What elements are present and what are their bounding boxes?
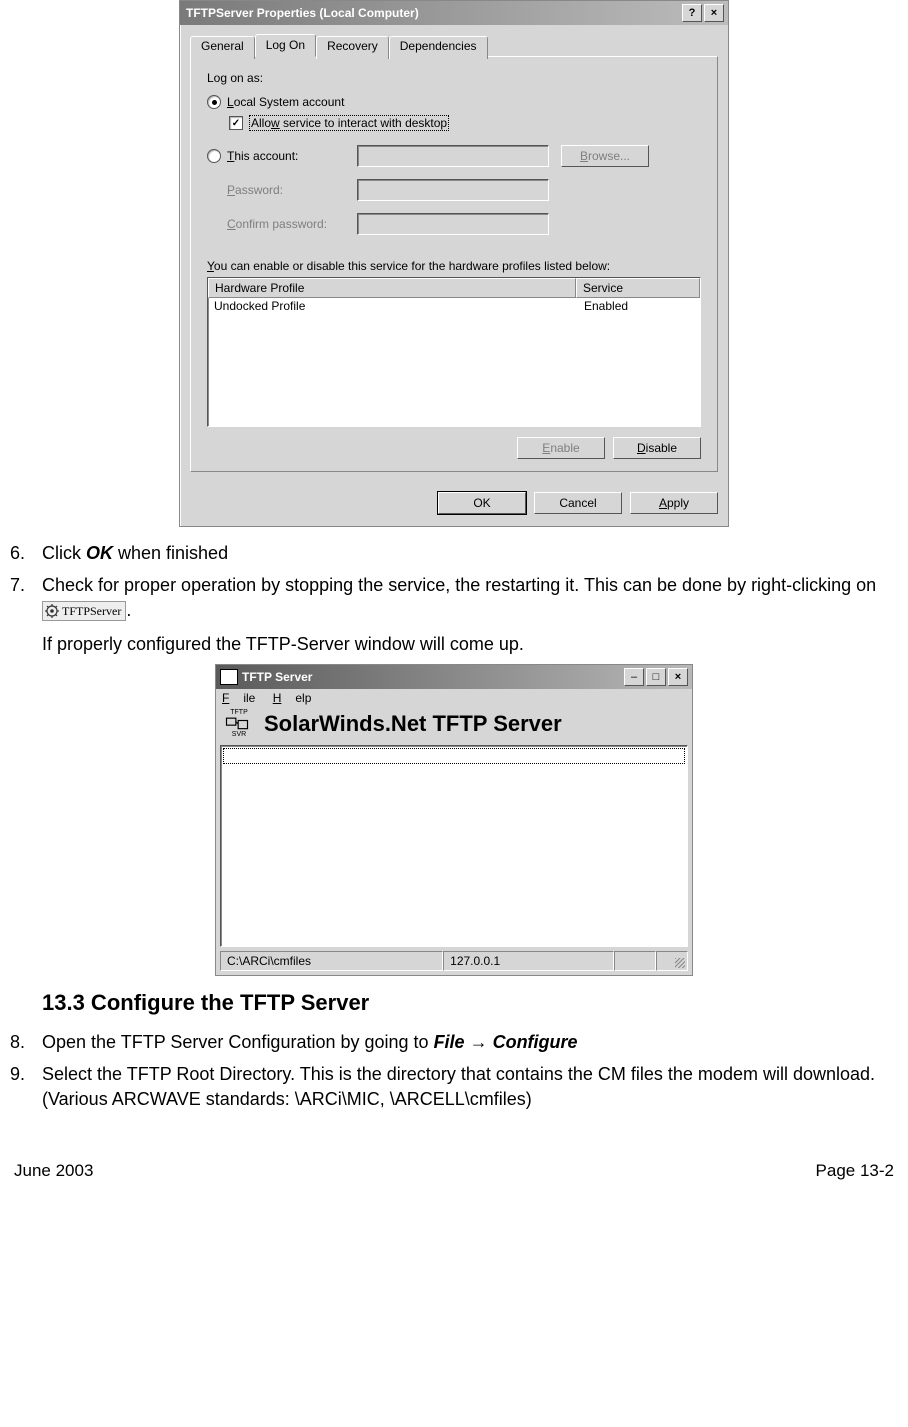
lv-header-profile[interactable]: Hardware Profile xyxy=(208,278,576,298)
status-path: C:\ARCi\cmfiles xyxy=(220,951,443,971)
selected-log-row xyxy=(223,748,685,764)
tab-panel-log-on: Log on as: Local System account ✓ Allow … xyxy=(190,56,718,472)
browse-button[interactable]: Browse... xyxy=(561,145,649,167)
tab-log-on[interactable]: Log On xyxy=(255,34,316,57)
step-7-c: If properly configured the TFTP-Server w… xyxy=(42,632,898,656)
menu-bar: File Help xyxy=(216,689,692,707)
lv-cell-service: Enabled xyxy=(578,299,694,313)
step-7-a: Check for proper operation by stopping t… xyxy=(42,575,876,595)
lv-cell-profile: Undocked Profile xyxy=(214,299,578,313)
section-heading: 13.3 Configure the TFTP Server xyxy=(42,990,898,1016)
status-ip: 127.0.0.1 xyxy=(443,951,614,971)
footer-date: June 2003 xyxy=(14,1161,93,1181)
hw-profiles-list[interactable]: Hardware Profile Service Undocked Profil… xyxy=(207,277,701,427)
tftp-titlebar: TFTP Server – □ × xyxy=(216,665,692,689)
menu-file[interactable]: File xyxy=(222,691,255,705)
gear-icon xyxy=(45,604,59,618)
step-7-text: Check for proper operation by stopping t… xyxy=(42,573,898,656)
tftpserver-service-icon: TFTPServer xyxy=(42,601,126,621)
password-label: Password: xyxy=(227,183,357,197)
tftp-server-window: TFTP Server – □ × File Help TFTP SVR Sol… xyxy=(215,664,693,976)
footer-page: Page 13-2 xyxy=(816,1161,894,1181)
step-8-b: File → Configure xyxy=(434,1032,578,1052)
step-9-number: 9. xyxy=(10,1062,42,1111)
properties-dialog: TFTPServer Properties (Local Computer) ?… xyxy=(179,0,729,527)
checkbox-allow-interact-label: Allow service to interact with desktop xyxy=(249,115,449,131)
app-icon xyxy=(220,669,238,685)
checkbox-allow-interact[interactable]: ✓ xyxy=(229,116,243,130)
minimize-button[interactable]: – xyxy=(624,668,644,686)
logo-line-2: SVR xyxy=(222,731,256,739)
close-button-2[interactable]: × xyxy=(668,668,688,686)
status-empty xyxy=(614,951,656,971)
page-footer: June 2003 Page 13-2 xyxy=(10,1161,898,1181)
menu-help[interactable]: Help xyxy=(273,691,312,705)
cancel-button[interactable]: Cancel xyxy=(534,492,622,514)
logo-graphic-icon xyxy=(222,717,252,731)
log-area[interactable] xyxy=(220,745,688,947)
step-6-number: 6. xyxy=(10,541,42,565)
tab-dependencies[interactable]: Dependencies xyxy=(389,36,488,59)
tftpserver-service-label: TFTPServer xyxy=(62,603,121,619)
tab-general[interactable]: General xyxy=(190,36,255,59)
step-8-a: Open the TFTP Server Configuration by go… xyxy=(42,1032,434,1052)
step-6-b: OK xyxy=(86,543,113,563)
ok-button[interactable]: OK xyxy=(438,492,526,514)
resize-grip-icon[interactable] xyxy=(656,951,688,971)
step-6-c: when finished xyxy=(113,543,228,563)
step-7-number: 7. xyxy=(10,573,42,656)
banner-text: SolarWinds.Net TFTP Server xyxy=(264,711,562,737)
tftp-logo-icon: TFTP SVR xyxy=(222,709,256,739)
apply-button[interactable]: Apply xyxy=(630,492,718,514)
tftp-title: TFTP Server xyxy=(242,670,622,684)
radio-local-system[interactable] xyxy=(207,95,221,109)
tab-strip: General Log On Recovery Dependencies xyxy=(190,34,718,57)
step-8-number: 8. xyxy=(10,1030,42,1054)
maximize-button[interactable]: □ xyxy=(646,668,666,686)
dialog-title: TFTPServer Properties (Local Computer) xyxy=(186,6,680,20)
step-6-text: Click OK when finished xyxy=(42,541,898,565)
status-bar: C:\ARCi\cmfiles 127.0.0.1 xyxy=(220,951,688,971)
hw-profiles-label: You can enable or disable this service f… xyxy=(207,259,701,273)
radio-this-account-label: This account: xyxy=(227,149,357,163)
this-account-input[interactable] xyxy=(357,145,549,167)
help-button[interactable]: ? xyxy=(682,4,702,22)
confirm-password-input[interactable] xyxy=(357,213,549,235)
step-9-text: Select the TFTP Root Directory. This is … xyxy=(42,1062,898,1111)
radio-local-system-label: Local System account xyxy=(227,95,344,109)
logo-line-1: TFTP xyxy=(222,709,256,717)
banner: TFTP SVR SolarWinds.Net TFTP Server xyxy=(216,707,692,745)
tab-recovery[interactable]: Recovery xyxy=(316,36,389,59)
close-button[interactable]: × xyxy=(704,4,724,22)
confirm-password-label: Confirm password: xyxy=(227,217,357,231)
step-6-a: Click xyxy=(42,543,86,563)
step-7-b: . xyxy=(126,600,131,620)
enable-button[interactable]: Enable xyxy=(517,437,605,459)
radio-this-account[interactable] xyxy=(207,149,221,163)
log-on-as-label: Log on as: xyxy=(207,71,701,85)
disable-button[interactable]: Disable xyxy=(613,437,701,459)
dialog-titlebar: TFTPServer Properties (Local Computer) ?… xyxy=(180,1,728,25)
lv-header-service[interactable]: Service xyxy=(576,278,700,298)
lv-row[interactable]: Undocked Profile Enabled xyxy=(208,298,700,314)
step-8-text: Open the TFTP Server Configuration by go… xyxy=(42,1030,898,1054)
password-input[interactable] xyxy=(357,179,549,201)
